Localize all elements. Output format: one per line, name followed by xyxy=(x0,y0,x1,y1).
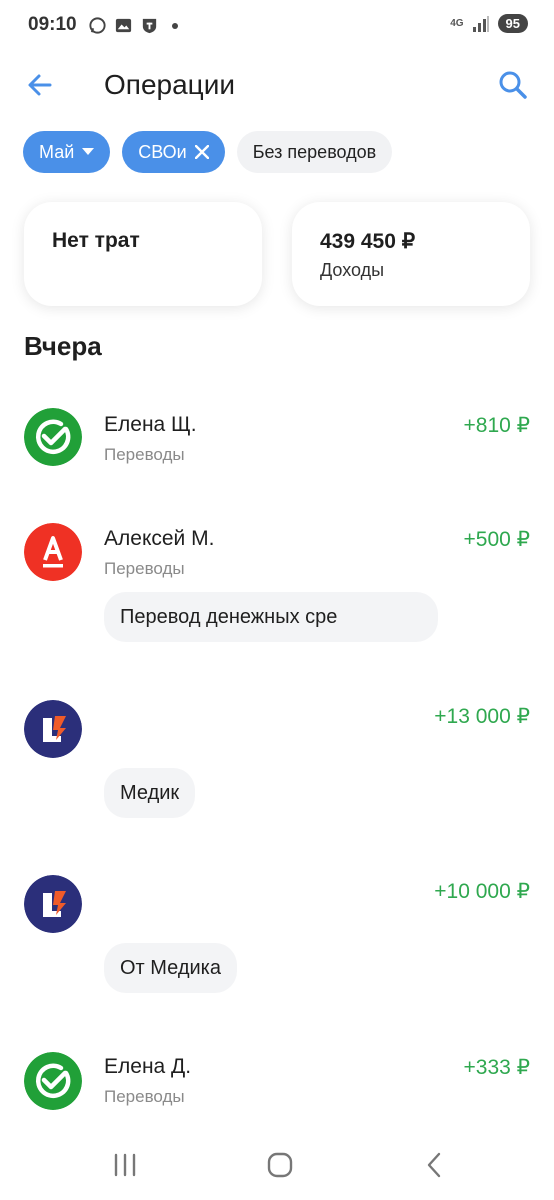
no-transfers-filter-label: Без переводов xyxy=(252,141,377,162)
bank-logo-icon xyxy=(24,875,82,933)
arrow-left-icon[interactable] xyxy=(22,67,58,103)
whatsapp-icon xyxy=(89,17,106,34)
network-type: 4G xyxy=(450,17,464,29)
transaction-category: Переводы xyxy=(104,559,185,578)
transaction-name: Елена Д. xyxy=(104,1055,192,1078)
sber-logo-icon xyxy=(24,1052,82,1110)
alfa-bank-logo-icon xyxy=(24,523,82,581)
chevron-down-icon xyxy=(82,148,95,155)
status-right: 4G 95 xyxy=(450,14,528,33)
page-title: Операции xyxy=(104,69,235,100)
transaction-amount: +13 000 ₽ xyxy=(434,705,530,728)
signal-icon xyxy=(472,15,489,32)
sber-logo-icon xyxy=(24,408,82,466)
transaction-amount: +500 ₽ xyxy=(463,528,531,551)
transaction-category: Переводы xyxy=(104,445,185,464)
more-notifications-dot xyxy=(172,22,178,29)
gallery-icon xyxy=(115,18,132,33)
home-icon[interactable] xyxy=(260,1148,300,1182)
filter-chips: Май СВОи Без переводов xyxy=(23,131,393,173)
category-filter-chip[interactable]: СВОи xyxy=(122,131,225,173)
transaction-note: Перевод денежных сре xyxy=(104,592,438,642)
month-filter-label: Май xyxy=(39,141,75,162)
transaction-amount: +10 000 ₽ xyxy=(434,880,530,903)
transaction-amount: +810 ₽ xyxy=(463,414,531,437)
system-navigation-bar xyxy=(0,1130,554,1200)
transaction-category: Переводы xyxy=(104,1087,185,1106)
recent-apps-icon[interactable] xyxy=(105,1148,145,1182)
income-label: Доходы xyxy=(320,260,385,280)
no-transfers-filter-chip[interactable]: Без переводов xyxy=(236,131,393,173)
back-nav-icon[interactable] xyxy=(415,1148,455,1182)
expenses-label: Нет трат xyxy=(52,229,140,252)
status-bar: 09:10 4G 95 xyxy=(0,0,554,50)
income-card[interactable]: 439 450 ₽ Доходы xyxy=(292,202,530,306)
bank-logo-icon xyxy=(24,700,82,758)
transaction-note: От Медика xyxy=(104,943,237,993)
status-time: 09:10 xyxy=(28,14,77,35)
search-icon[interactable] xyxy=(496,68,530,102)
battery-level: 95 xyxy=(497,14,528,33)
close-icon[interactable] xyxy=(194,145,209,159)
section-title-yesterday: Вчера xyxy=(24,331,102,361)
transaction-name: Елена Щ. xyxy=(104,413,197,436)
transaction-name: Алексей М. xyxy=(104,527,215,550)
expenses-card[interactable]: Нет трат xyxy=(24,202,262,306)
shield-app-icon xyxy=(142,18,157,34)
transaction-note: Медик xyxy=(104,768,196,818)
category-filter-label: СВОи xyxy=(138,141,187,162)
transaction-amount: +333 ₽ xyxy=(463,1056,531,1079)
month-filter-chip[interactable]: Май xyxy=(23,131,111,173)
notification-icons xyxy=(88,16,178,35)
top-app-bar: Операции xyxy=(0,55,554,115)
income-amount: 439 450 ₽ xyxy=(320,230,416,253)
